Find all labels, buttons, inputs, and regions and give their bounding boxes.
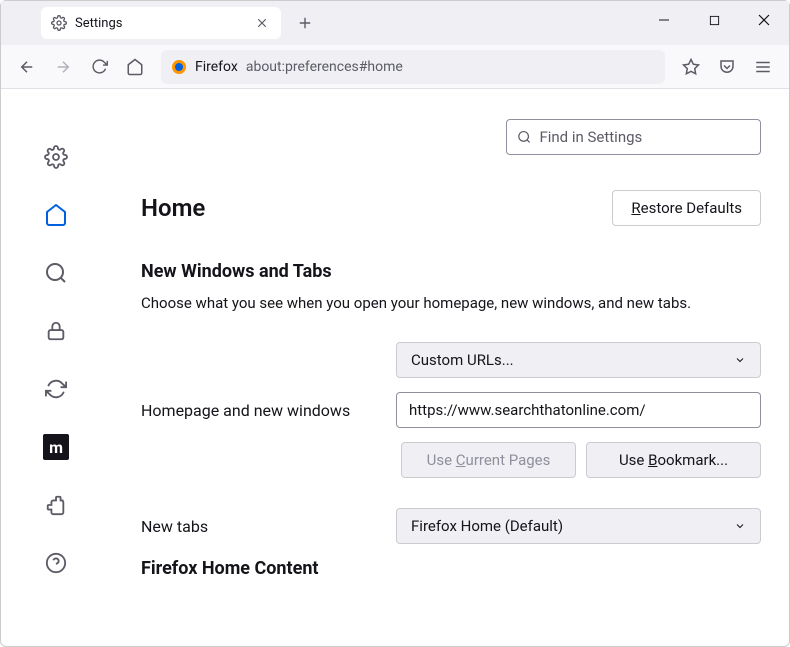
homepage-url-input[interactable] xyxy=(396,392,761,428)
url-bar[interactable]: Firefox about:preferences#home xyxy=(161,50,665,84)
homepage-label: Homepage and new windows xyxy=(141,401,376,420)
new-tab-button[interactable] xyxy=(291,9,319,37)
bookmark-star-button[interactable] xyxy=(675,51,707,83)
close-window-button[interactable] xyxy=(739,1,789,39)
home-button[interactable] xyxy=(119,51,151,83)
forward-button xyxy=(47,51,79,83)
section-new-windows-tabs: New Windows and Tabs xyxy=(141,261,769,282)
chevron-down-icon xyxy=(734,520,746,532)
page-title: Home xyxy=(141,194,205,222)
browser-tab[interactable]: Settings xyxy=(41,7,281,39)
urlbar-text: about:preferences#home xyxy=(246,59,403,75)
sidebar-more-icon[interactable]: m xyxy=(43,434,69,460)
use-bookmark-button[interactable]: Use Bookmark... xyxy=(586,442,761,478)
tab-title: Settings xyxy=(75,16,245,31)
sidebar-help-icon[interactable] xyxy=(43,550,69,576)
urlbar-label: Firefox xyxy=(195,59,238,75)
chevron-down-icon xyxy=(734,354,746,366)
homepage-mode-dropdown[interactable]: Custom URLs... xyxy=(396,342,761,378)
section-desc: Choose what you see when you open your h… xyxy=(141,294,769,312)
pocket-button[interactable] xyxy=(711,51,743,83)
sidebar-privacy-icon[interactable] xyxy=(43,318,69,344)
maximize-button[interactable] xyxy=(689,1,739,39)
sidebar-home-icon[interactable] xyxy=(43,202,69,228)
section-firefox-home-content: Firefox Home Content xyxy=(141,558,769,579)
newtabs-dropdown[interactable]: Firefox Home (Default) xyxy=(396,508,761,544)
newtabs-label: New tabs xyxy=(141,517,376,536)
menu-button[interactable] xyxy=(747,51,779,83)
firefox-icon xyxy=(171,59,187,75)
restore-defaults-button[interactable]: Restore Defaults xyxy=(612,190,761,226)
find-in-settings[interactable] xyxy=(506,119,761,155)
minimize-button[interactable] xyxy=(639,1,689,39)
gear-icon xyxy=(51,15,67,31)
close-icon[interactable] xyxy=(253,14,271,32)
sidebar-general-icon[interactable] xyxy=(43,144,69,170)
sidebar-sync-icon[interactable] xyxy=(43,376,69,402)
search-icon xyxy=(517,129,531,145)
sidebar-search-icon[interactable] xyxy=(43,260,69,286)
use-current-pages-button[interactable]: Use Current Pages xyxy=(401,442,576,478)
sidebar-extensions-icon[interactable] xyxy=(43,492,69,518)
find-input[interactable] xyxy=(539,128,750,146)
reload-button[interactable] xyxy=(83,51,115,83)
back-button[interactable] xyxy=(11,51,43,83)
